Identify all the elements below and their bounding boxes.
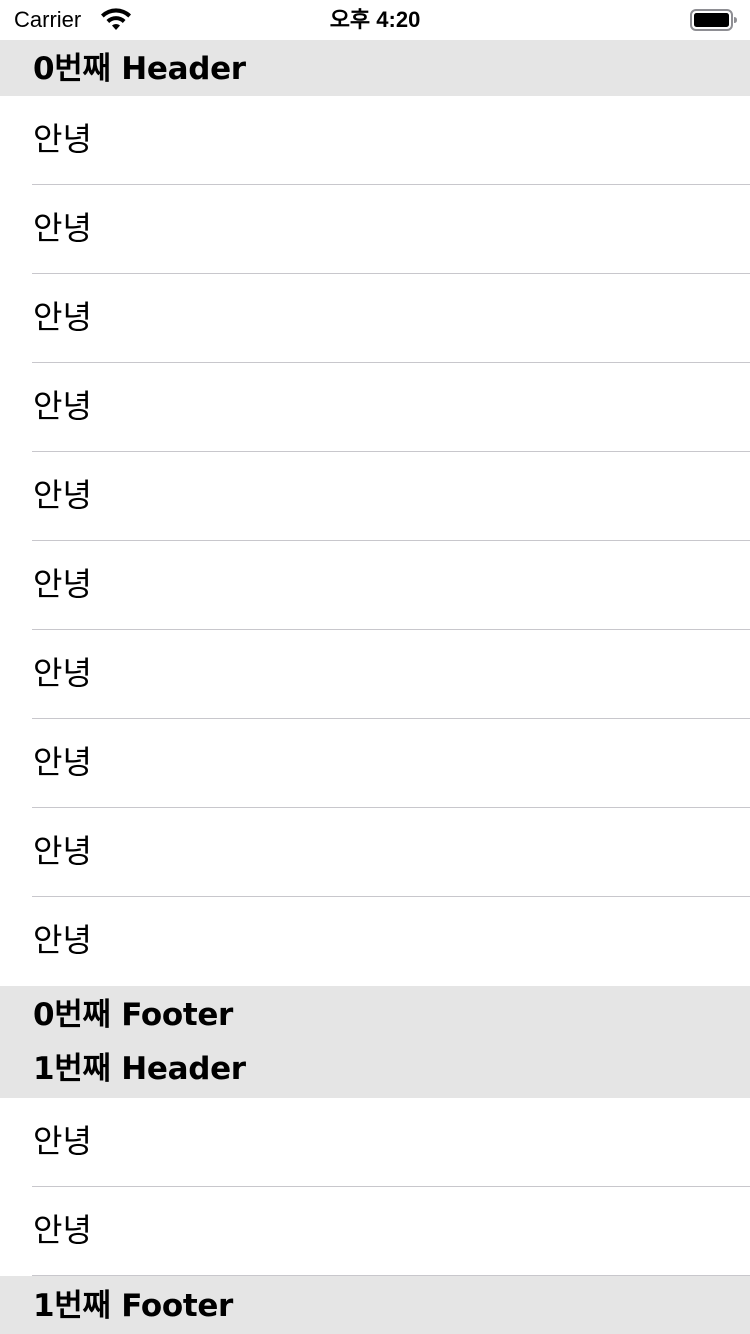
row-label: 안녕 xyxy=(33,832,92,870)
table-row[interactable]: 안녕 xyxy=(0,1098,750,1187)
status-bar: Carrier 오후 4:20 xyxy=(0,0,750,40)
row-label: 안녕 xyxy=(33,298,92,336)
row-label: 안녕 xyxy=(33,387,92,425)
row-label: 안녕 xyxy=(33,1122,92,1160)
table-row[interactable]: 안녕 xyxy=(0,452,750,541)
section-boundary: 0번째 Footer 1번째 Header xyxy=(0,986,750,1098)
table-row[interactable]: 안녕 xyxy=(0,719,750,808)
status-time: 오후 4:20 xyxy=(329,7,421,32)
section-1-rows: 안녕 안녕 xyxy=(0,1098,750,1276)
section-0-footer: 0번째 Footer xyxy=(33,997,234,1033)
section-1-header: 1번째 Header xyxy=(33,1051,246,1087)
table-row[interactable]: 안녕 xyxy=(0,541,750,630)
section-1-footer-band: 1번째 Footer xyxy=(0,1276,750,1334)
table-row[interactable]: 안녕 xyxy=(0,630,750,719)
table-row[interactable]: 안녕 xyxy=(0,96,750,185)
row-label: 안녕 xyxy=(33,654,92,692)
section-0-rows: 안녕 안녕 안녕 안녕 안녕 안녕 안녕 안녕 안녕 안녕 xyxy=(0,96,750,986)
row-label: 안녕 xyxy=(33,743,92,781)
table-row[interactable]: 안녕 xyxy=(0,897,750,986)
row-label: 안녕 xyxy=(33,120,92,158)
row-label: 안녕 xyxy=(33,209,92,247)
battery-icon xyxy=(690,9,737,31)
row-label: 안녕 xyxy=(33,565,92,603)
screen: Carrier 오후 4:20 0번째 Header 안녕 안녕 안녕 안녕 안… xyxy=(0,0,750,1334)
row-label: 안녕 xyxy=(33,476,92,514)
section-0-header: 0번째 Header xyxy=(0,40,750,96)
table-row[interactable]: 안녕 xyxy=(0,808,750,897)
section-header-label: 0번째 Header xyxy=(33,51,246,87)
table-row[interactable]: 안녕 xyxy=(0,274,750,363)
row-label: 안녕 xyxy=(33,1211,92,1249)
row-label: 안녕 xyxy=(33,921,92,959)
table-row[interactable]: 안녕 xyxy=(0,1187,750,1276)
section-1-footer: 1번째 Footer xyxy=(33,1288,234,1324)
table-row[interactable]: 안녕 xyxy=(0,185,750,274)
table-row[interactable]: 안녕 xyxy=(0,363,750,452)
